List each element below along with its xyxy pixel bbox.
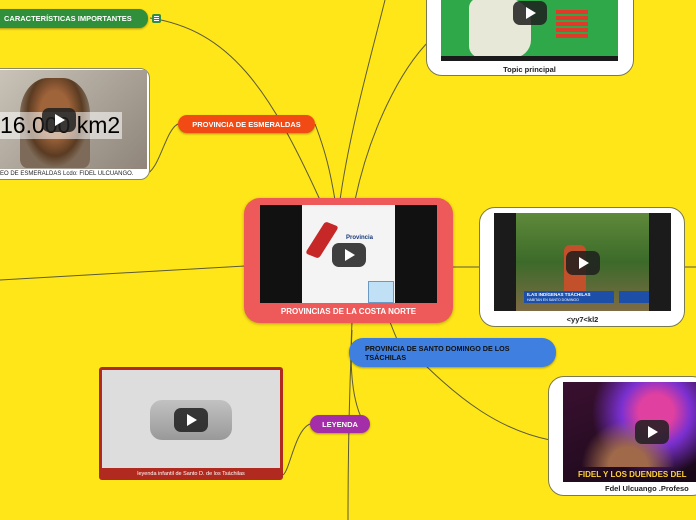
- tsachilas-video-caption: <yy7<kl2: [566, 315, 599, 324]
- play-button-icon[interactable]: [332, 243, 366, 267]
- play-button-icon[interactable]: [635, 420, 669, 444]
- node-caracteristicas-label: CARACTERÍSTICAS IMPORTANTES: [4, 14, 132, 23]
- node-caracteristicas[interactable]: CARACTERÍSTICAS IMPORTANTES: [0, 9, 148, 28]
- node-esmeraldas-label: PROVINCIA DE ESMERALDAS: [192, 119, 301, 129]
- connector-caracteristicas: [149, 17, 321, 201]
- topic-principal-caption: Topic principal: [503, 65, 556, 74]
- leyenda-video-caption: leyenda infantil de Santo D. de los Tsác…: [137, 471, 245, 477]
- node-esmeraldas[interactable]: PROVINCIA DE ESMERALDAS: [178, 115, 315, 133]
- play-button-icon[interactable]: [174, 408, 208, 432]
- play-button-icon[interactable]: [42, 108, 76, 132]
- play-button-icon[interactable]: [566, 251, 600, 275]
- tsachilas-banner-sub: HABITAN EN SANTO DOMINGO: [527, 298, 579, 302]
- node-leyenda[interactable]: LEYENDA: [310, 415, 370, 433]
- node-santo-domingo[interactable]: PROVINCIA DE SANTO DOMINGO DE LOS TSÁCHI…: [349, 338, 556, 367]
- esmeraldas-video-thumbnail[interactable]: 16.000 km2: [0, 70, 147, 169]
- fidel-video-caption: Fdel Ulcuango .Profeso: [605, 484, 689, 493]
- topic-principal-thumbnail[interactable]: [441, 0, 618, 61]
- central-map-label: Provincia: [346, 235, 374, 241]
- fidel-overlay-text: FIDEL Y LOS DUENDES DEL: [578, 470, 687, 479]
- play-button-icon[interactable]: [513, 1, 547, 25]
- fidel-video-thumbnail[interactable]: FIDEL Y LOS DUENDES DEL: [563, 382, 696, 482]
- tsachilas-video-thumbnail[interactable]: ILAS INDÍGENAS TSÁCHILAS HABITAN EN SANT…: [494, 213, 671, 311]
- connector-leyenda-video: [282, 423, 311, 476]
- note-icon[interactable]: [152, 14, 161, 23]
- node-leyenda-label: LEYENDA: [322, 419, 358, 429]
- central-node-label: PROVINCIAS DE LA COSTA NORTE: [280, 307, 417, 316]
- central-node[interactable]: Provincia PROVINCIAS DE LA COSTA NORTE: [244, 198, 453, 323]
- connector-fidel: [419, 359, 551, 441]
- node-santo-domingo-label: PROVINCIA DE SANTO DOMINGO DE LOS TSÁCHI…: [365, 344, 510, 362]
- esmeraldas-video-caption: EO DE ESMERALDAS Lcdo: FIDEL ULCUANGO.: [0, 171, 134, 177]
- tsachilas-banner: ILAS INDÍGENAS TSÁCHILAS: [527, 292, 591, 297]
- central-map-thumbnail[interactable]: Provincia: [260, 205, 437, 303]
- connector-esmeraldas: [314, 123, 336, 201]
- leyenda-video-thumbnail[interactable]: [102, 370, 280, 468]
- connector-topic-principal: [354, 39, 431, 201]
- connector-left: [0, 265, 246, 281]
